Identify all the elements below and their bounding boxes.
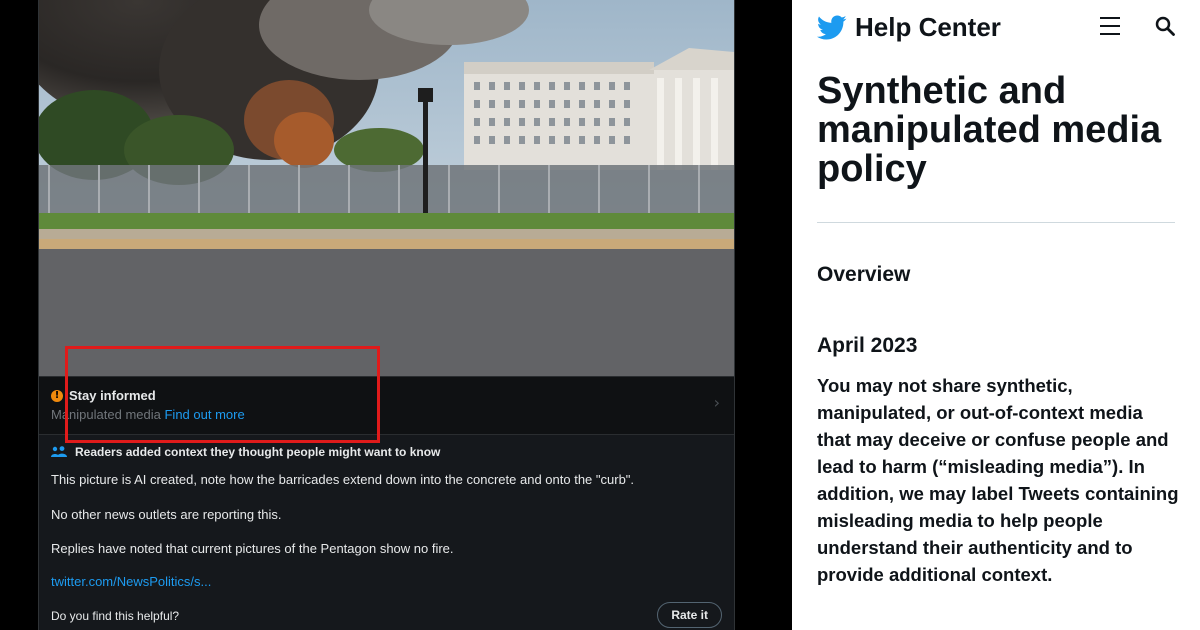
tweet-card: ! Stay informed Manipulated media Find o… — [38, 0, 735, 630]
helpful-question: Do you find this helpful? — [51, 609, 180, 623]
notes-header: Readers added context they thought peopl… — [75, 445, 441, 459]
highlight-box — [65, 346, 380, 443]
community-notes: Readers added context they thought peopl… — [39, 434, 734, 630]
help-center-panel: Help Center Synthetic and manipulated me… — [792, 0, 1200, 630]
section-heading: Overview — [817, 263, 911, 286]
note-text: This picture is AI created, note how the… — [51, 472, 635, 487]
twitter-bird-icon[interactable] — [817, 15, 847, 41]
note-text: Replies have noted that current pictures… — [51, 541, 454, 556]
tweet-image[interactable] — [39, 0, 734, 376]
page-title: Synthetic and manipulated media policy — [817, 70, 1162, 190]
note-text: No other news outlets are reporting this… — [51, 507, 282, 522]
help-center-header: Help Center — [817, 12, 1001, 43]
search-icon[interactable] — [1155, 16, 1175, 36]
people-icon — [51, 446, 67, 457]
tweet-panel: ! Stay informed Manipulated media Find o… — [0, 0, 790, 630]
divider — [817, 222, 1175, 223]
rate-it-button[interactable]: Rate it — [657, 602, 722, 628]
hamburger-menu-icon[interactable] — [1100, 17, 1120, 35]
smoke-building-photo — [39, 0, 734, 376]
alert-circle-icon: ! — [51, 389, 63, 402]
help-center-brand[interactable]: Help Center — [855, 12, 1001, 43]
policy-date: April 2023 — [817, 334, 918, 357]
policy-body: You may not share synthetic, manipulated… — [817, 375, 1179, 585]
note-source-link[interactable]: twitter.com/NewsPolitics/s... — [51, 574, 211, 589]
chevron-right-icon: › — [713, 393, 720, 412]
